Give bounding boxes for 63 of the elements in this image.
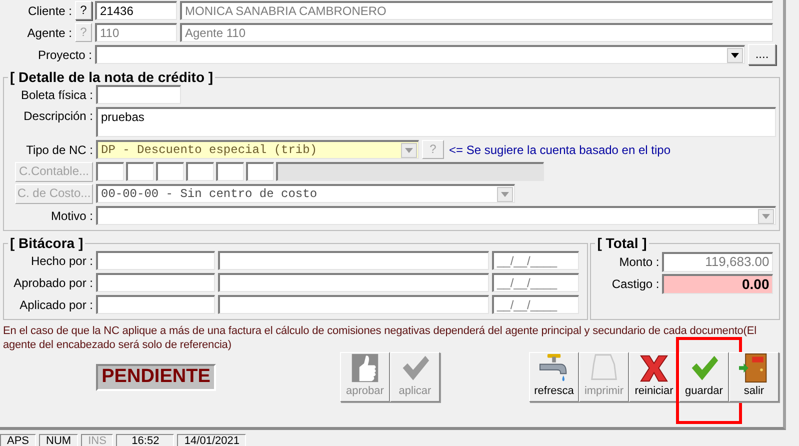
- input-field[interactable]: 110: [95, 23, 177, 42]
- status-indicator: 16:52: [116, 434, 174, 446]
- input-field[interactable]: [218, 251, 489, 270]
- dropdown-field[interactable]: DP - Descuento especial (trib): [96, 140, 419, 159]
- field-label: Proyecto :: [36, 46, 92, 64]
- status-indicator: INS: [81, 434, 114, 446]
- field-label: Tipo de NC :: [25, 142, 93, 158]
- input-field[interactable]: [156, 162, 184, 181]
- field-label: Castigo :: [610, 276, 660, 292]
- status-label: PENDIENTE: [96, 364, 216, 391]
- date-field[interactable]: __/__/____: [492, 295, 579, 314]
- note-text: En el caso de que la NC aplique a más de una factura el cálculo de comisiones negativas dependerá del agente principal y secundario de cada documento(El agente del encabezado será solo de referencia): [2, 324, 758, 352]
- lookup-button[interactable]: ?: [75, 1, 92, 20]
- input-field[interactable]: [96, 251, 215, 270]
- status-indicator: APS: [0, 434, 36, 446]
- status-indicator: 14/01/2021: [177, 434, 246, 446]
- field-label: Aprobado por :: [12, 274, 93, 292]
- toolbar-button[interactable]: refresca: [529, 352, 579, 402]
- field-label: Descripción :: [22, 108, 93, 125]
- cross-icon: [637, 353, 671, 383]
- status-indicator: NUM: [39, 434, 78, 446]
- section-title: [ Bitácora ]: [9, 236, 84, 251]
- input-field[interactable]: [216, 162, 244, 181]
- input-field[interactable]: MONICA SANABRIA CAMBRONERO: [180, 1, 773, 20]
- field-label: Monto :: [618, 254, 660, 270]
- input-field[interactable]: pruebas: [96, 107, 776, 137]
- field-label: Boleta física :: [20, 86, 93, 104]
- amount-field[interactable]: 0.00: [662, 274, 774, 294]
- cost-center-button[interactable]: C. de Costo...: [15, 184, 93, 204]
- toolbar-button[interactable]: reiniciar: [629, 352, 679, 402]
- field-label: Motivo :: [50, 208, 93, 224]
- dropdown-field[interactable]: [96, 206, 776, 225]
- input-field[interactable]: [96, 162, 124, 181]
- more-button[interactable]: ....: [748, 44, 776, 65]
- dropdown-field[interactable]: [95, 45, 745, 64]
- toolbar-button[interactable]: guardar: [679, 352, 729, 402]
- input-field[interactable]: Agente 110: [180, 23, 773, 42]
- field-label: Hecho por :: [30, 252, 93, 270]
- account-button[interactable]: C.Contable...: [15, 162, 93, 182]
- field-label: Cliente :: [26, 2, 72, 20]
- date-field[interactable]: __/__/____: [492, 251, 579, 270]
- field-label: Aplicado por :: [18, 296, 93, 314]
- dropdown-field[interactable]: 00-00-00 - Sin centro de costo: [96, 184, 515, 203]
- account-name-field[interactable]: [276, 162, 544, 181]
- section-title: [ Detalle de la nota de crédito ]: [9, 70, 214, 85]
- input-field[interactable]: [96, 273, 215, 292]
- input-field[interactable]: [218, 295, 489, 314]
- input-field[interactable]: [96, 295, 215, 314]
- selected-value: DP - Descuento especial (trib): [101, 142, 318, 158]
- input-field[interactable]: 21436: [95, 1, 177, 20]
- hint-text: <= Se sugiere la cuenta basado en el tipo: [449, 142, 670, 158]
- amount-field[interactable]: 119,683.00: [662, 252, 774, 272]
- field-label: Agente :: [26, 24, 72, 42]
- input-field[interactable]: [246, 162, 274, 181]
- toolbar-button[interactable]: salir: [729, 352, 779, 402]
- input-field[interactable]: [186, 162, 214, 181]
- input-field[interactable]: [218, 273, 489, 292]
- date-field[interactable]: __/__/____: [492, 273, 579, 292]
- help-button[interactable]: ?: [422, 140, 444, 159]
- input-field[interactable]: [126, 162, 154, 181]
- selected-value: 00-00-00 - Sin centro de costo: [101, 186, 318, 202]
- section-title: [ Total ]: [596, 236, 648, 251]
- input-field[interactable]: [96, 85, 181, 104]
